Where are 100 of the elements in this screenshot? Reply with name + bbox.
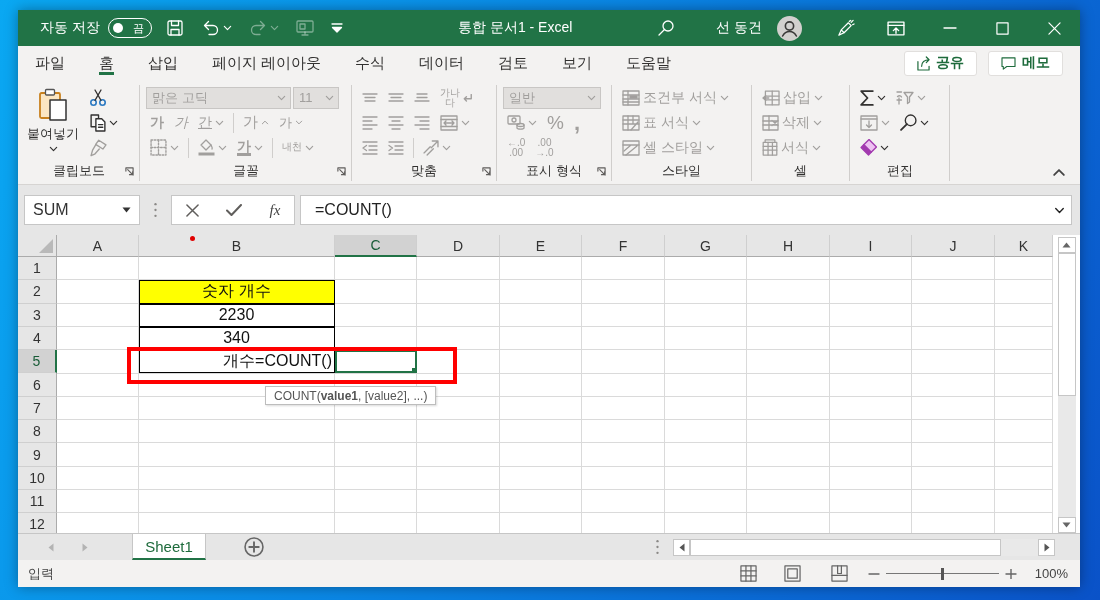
grid-icon[interactable] xyxy=(739,565,757,582)
column-header[interactable]: I xyxy=(830,235,912,257)
page-break-icon[interactable] xyxy=(830,565,848,582)
zoom-thumb[interactable] xyxy=(941,567,945,580)
column-header[interactable]: E xyxy=(500,235,582,257)
column-header[interactable]: A xyxy=(57,235,139,257)
group-label: 클립보드 xyxy=(52,162,105,180)
fill-handle-icon[interactable] xyxy=(412,368,417,374)
paste-button[interactable]: 붙여넣기 xyxy=(24,85,82,152)
user-name: 선 동건 xyxy=(716,19,762,37)
checkmark-icon xyxy=(226,204,243,216)
pen-icon[interactable] xyxy=(836,18,855,38)
currency-icon xyxy=(507,115,525,130)
speech-bubble-icon xyxy=(1001,56,1016,70)
insert-function-button[interactable]: fx xyxy=(265,201,285,219)
active-cell[interactable] xyxy=(335,350,417,374)
menu-tab[interactable]: 파일 xyxy=(18,46,82,80)
column-header[interactable]: G xyxy=(665,235,747,257)
zoom-slider[interactable] xyxy=(885,567,999,580)
spreadsheet-cell: 2230 xyxy=(139,303,335,327)
grid-insert-icon xyxy=(762,89,780,106)
column-header[interactable]: J xyxy=(912,235,995,257)
formula-input[interactable]: =COUNT() xyxy=(300,195,1072,225)
scroll-right-button[interactable] xyxy=(1038,538,1055,556)
share-button[interactable]: 공유 xyxy=(904,50,977,76)
row-header[interactable]: 7 xyxy=(18,396,57,421)
sheet-tab[interactable]: Sheet1 xyxy=(132,534,206,560)
column-header[interactable]: D xyxy=(417,235,500,257)
column-header[interactable]: H xyxy=(747,235,830,257)
caret-icon[interactable] xyxy=(1054,206,1065,214)
window-title: 통합 문서1 - Excel xyxy=(458,19,573,37)
align-top-icon xyxy=(362,93,378,102)
highlighted-grid-icon xyxy=(622,89,640,106)
caret-icon xyxy=(277,94,286,101)
screen-icon xyxy=(294,18,315,38)
row-header[interactable]: 6 xyxy=(18,373,57,397)
row-header[interactable]: 3 xyxy=(18,303,57,327)
maximize-icon xyxy=(995,21,1009,35)
save-icon xyxy=(164,18,185,38)
plus-circle-icon[interactable] xyxy=(244,537,264,557)
scroll-left-button[interactable] xyxy=(673,538,690,556)
row-header[interactable]: 10 xyxy=(18,466,57,490)
name-box[interactable]: SUM xyxy=(24,195,140,225)
right-triangle-icon xyxy=(1043,542,1050,552)
row-header[interactable]: 12 xyxy=(18,513,57,533)
scroll-thumb[interactable] xyxy=(1057,253,1076,396)
column-header[interactable]: C xyxy=(335,235,417,257)
search-icon[interactable] xyxy=(656,18,676,38)
menu-tab[interactable]: 보기 xyxy=(545,46,610,80)
row-header[interactable]: 9 xyxy=(18,443,57,467)
avatar-icon[interactable] xyxy=(777,15,802,41)
menu-tab[interactable]: 도움말 xyxy=(609,46,689,80)
status-text: 입력 xyxy=(28,564,54,583)
minus-icon[interactable] xyxy=(867,572,880,575)
eraser-icon xyxy=(860,139,877,156)
copy-icon xyxy=(90,113,106,132)
dialog-launcher-icon[interactable] xyxy=(482,166,491,176)
caret-up-icon[interactable] xyxy=(1052,168,1066,177)
page-icon[interactable] xyxy=(783,565,801,582)
plus-icon[interactable] xyxy=(1004,568,1017,579)
vertical-dots-icon xyxy=(656,540,659,554)
up-triangle-icon xyxy=(1062,242,1071,248)
zoom-level: 100% xyxy=(1034,566,1068,581)
menu-tab[interactable]: 페이지 레이아웃 xyxy=(195,46,339,80)
ribbon-display-icon[interactable] xyxy=(887,20,905,36)
down-arrow-box-icon xyxy=(860,114,878,131)
row-header[interactable]: 2 xyxy=(18,280,57,304)
spreadsheet-cell: 개수=COUNT() xyxy=(139,350,335,374)
align-center-icon xyxy=(388,115,404,130)
scroll-up-button[interactable] xyxy=(1057,237,1076,253)
comment-button[interactable]: 메모 xyxy=(988,50,1063,76)
caret-up-icon xyxy=(261,120,269,125)
row-header[interactable]: 11 xyxy=(18,489,57,514)
dialog-launcher-icon[interactable] xyxy=(125,166,134,176)
column-header[interactable]: F xyxy=(582,235,665,257)
group-label: 편집 xyxy=(886,162,913,180)
striped-cell-icon xyxy=(622,139,640,156)
vertical-dots-icon xyxy=(154,203,157,217)
dialog-launcher-icon[interactable] xyxy=(337,166,346,176)
group-label: 맞춤 xyxy=(411,162,437,180)
column-header[interactable]: B xyxy=(139,235,335,257)
cancel-icon xyxy=(185,203,199,217)
dialog-launcher-icon[interactable] xyxy=(597,166,606,176)
align-middle-icon xyxy=(388,93,404,102)
column-header[interactable]: K xyxy=(995,235,1053,257)
left-triangle-icon xyxy=(678,542,685,552)
row-header[interactable]: 4 xyxy=(18,326,57,351)
scroll-down-button[interactable] xyxy=(1057,517,1076,533)
row-header[interactable]: 1 xyxy=(18,257,57,281)
menu-tab[interactable]: 데이터 xyxy=(402,46,482,80)
down-triangle-icon xyxy=(1062,522,1071,528)
row-header[interactable]: 8 xyxy=(18,420,57,444)
row-header[interactable]: 5 xyxy=(18,350,57,374)
menu-tab[interactable]: 수식 xyxy=(338,46,403,80)
menu-tab[interactable]: 삽입 xyxy=(131,46,195,80)
triangle-icon xyxy=(39,239,53,253)
align-bottom-icon xyxy=(414,93,430,102)
menu-tab[interactable]: 검토 xyxy=(481,46,546,80)
increase-indent-icon xyxy=(388,140,404,155)
menu-tab[interactable]: 홈 xyxy=(82,46,131,80)
